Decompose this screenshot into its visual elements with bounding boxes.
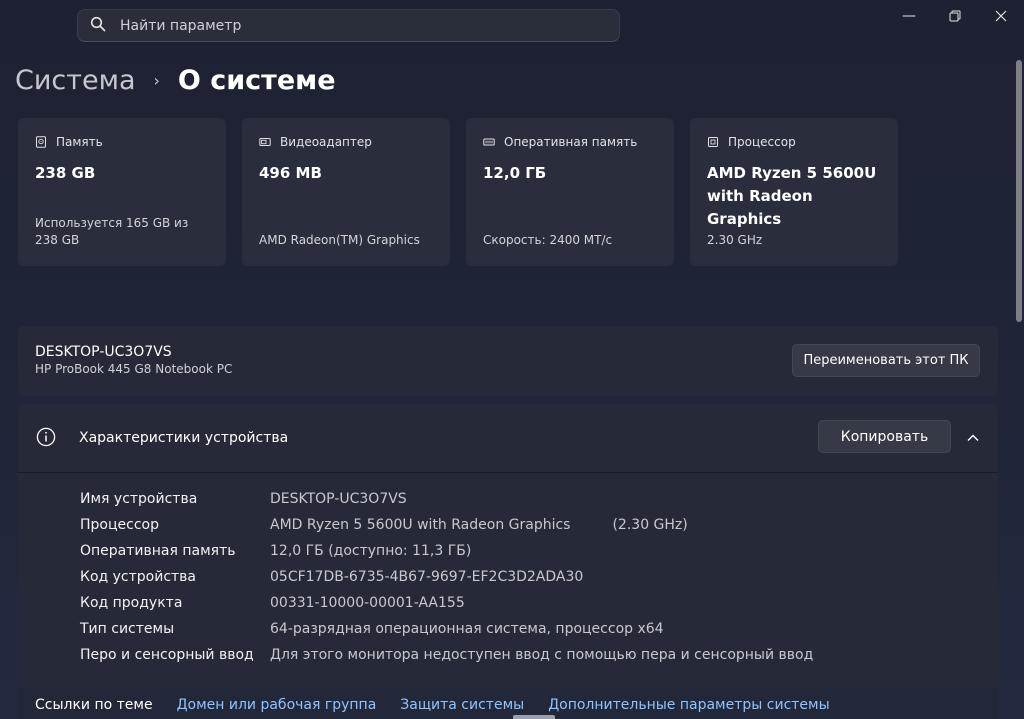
copy-button[interactable]: Копировать [818,420,951,453]
card-label: Видеоадаптер [280,135,372,149]
card-value: 238 GB [35,164,96,182]
summary-cards: Память 238 GB Используется 165 GB из 238… [18,118,898,266]
close-icon [995,10,1007,22]
card-label: Процессор [728,135,796,149]
spec-label: Процессор [80,517,159,533]
device-specs-panel: Характеристики устройства Копировать Имя… [18,404,998,719]
spec-label: Перо и сенсорный ввод [80,647,254,663]
spec-label: Оперативная память [80,543,236,559]
device-panel: DESKTOP-UC3O7VS HP ProBook 445 G8 Notebo… [18,326,998,396]
info-icon [36,427,56,447]
search-input[interactable] [120,17,600,34]
related-links-label: Ссылки по теме [35,697,153,713]
card-gpu[interactable]: Видеоадаптер 496 MB AMD Radeon(TM) Graph… [242,118,450,266]
storage-icon [36,136,46,148]
link-advanced-settings[interactable]: Дополнительные параметры системы [548,697,829,717]
restore-icon [949,10,961,22]
search-box[interactable] [77,9,620,42]
spec-row-device-id: Код устройства 05CF17DB-6735-4B67-9697-E… [80,564,813,590]
spec-value[interactable]: 12,0 ГБ (доступно: 11,3 ГБ) [270,543,471,559]
cpu-icon [708,137,718,147]
card-value: 12,0 ГБ [483,164,547,182]
card-subtext: 2.30 GHz [707,233,763,247]
spec-row-ram: Оперативная память 12,0 ГБ (доступно: 11… [80,538,813,564]
card-ram[interactable]: Оперативная память 12,0 ГБ Скорость: 240… [466,118,674,266]
card-subtext: AMD Radeon(TM) Graphics [259,233,420,247]
search-icon [90,16,106,36]
spec-value[interactable]: DESKTOP-UC3O7VS [270,491,407,507]
spec-label: Код продукта [80,595,183,611]
card-label: Оперативная память [504,135,638,149]
card-label: Память [56,135,103,149]
spec-label: Имя устройства [80,491,198,507]
spec-value[interactable]: 05CF17DB-6735-4B67-9697-EF2C3D2ADA30 [270,569,583,585]
related-links: Ссылки по теме Домен или рабочая группа … [18,687,998,719]
spec-label: Тип системы [80,621,175,637]
card-value: AMD Ryzen 5 5600U with Radeon Graphics [707,164,877,228]
spec-value[interactable]: Для этого монитора недоступен ввод с пом… [270,647,813,663]
card-cpu[interactable]: Процессор AMD Ryzen 5 5600U with Radeon … [690,118,898,266]
gpu-icon [259,138,271,146]
taskbar-indicator [513,715,555,719]
chevron-right-icon: › [153,70,160,90]
spec-row-pen-touch: Перо и сенсорный ввод Для этого монитора… [80,642,813,668]
link-system-protection[interactable]: Защита системы [400,697,524,717]
spec-value[interactable]: 64-разрядная операционная система, проце… [270,621,664,637]
ram-icon [483,138,495,146]
device-specs-header[interactable]: Характеристики устройства Копировать [18,404,998,473]
scrollbar-thumb[interactable] [1016,60,1022,322]
window-controls: — [886,0,1024,32]
spec-value-extra: (2.30 GHz) [612,517,688,533]
breadcrumb-parent[interactable]: Система [15,65,136,96]
minimize-icon: — [902,8,916,24]
card-storage[interactable]: Память 238 GB Используется 165 GB из 238… [18,118,226,266]
link-domain-workgroup[interactable]: Домен или рабочая группа [177,697,377,717]
breadcrumb: Система › О системе [15,60,336,100]
spec-row-product-id: Код продукта 00331-10000-00001-AA155 [80,590,813,616]
chevron-up-icon[interactable] [966,431,980,445]
card-subtext: Скорость: 2400 МТ/с [483,233,613,247]
minimize-button[interactable]: — [886,0,932,32]
rename-pc-button[interactable]: Переименовать этот ПК [792,344,980,377]
spec-value[interactable]: AMD Ryzen 5 5600U with Radeon Graphics [270,517,570,533]
maximize-button[interactable] [932,0,978,32]
card-subtext: Используется 165 GB из 238 GB [35,216,189,247]
spec-row-device-name: Имя устройства DESKTOP-UC3O7VS [80,486,813,512]
spec-row-system-type: Тип системы 64-разрядная операционная си… [80,616,813,642]
spec-value[interactable]: 00331-10000-00001-AA155 [270,595,465,611]
card-value: 496 MB [259,164,322,182]
device-specs-title: Характеристики устройства [79,430,289,446]
spec-label: Код устройства [80,569,197,585]
close-button[interactable] [978,0,1024,32]
spec-rows: Имя устройства DESKTOP-UC3O7VS Процессор… [80,486,813,668]
page-title: О системе [177,64,336,96]
spec-row-processor: Процессор AMD Ryzen 5 5600U with Radeon … [80,512,813,538]
